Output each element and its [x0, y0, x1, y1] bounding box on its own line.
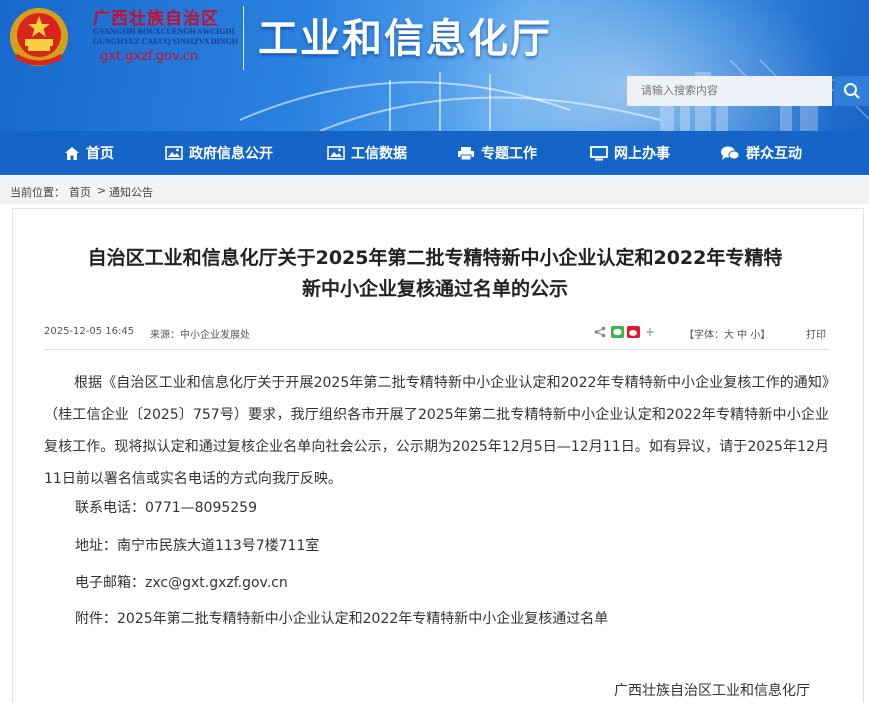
meta-divider — [44, 349, 829, 350]
publish-date: 2025-12-05 16:45 — [44, 326, 135, 337]
region-name-zhuang-line1: GVANGSIH BOUXCUENGH SWCIGIH — [93, 27, 235, 36]
wechat-share-icon[interactable] — [611, 326, 624, 338]
breadcrumb: 当前位置： 首页 > 通知公告 — [0, 176, 869, 204]
article-body-paragraph: 根据《自治区工业和信息化厅关于开展2025年第二批专精特新中小企业认定和2022… — [44, 375, 829, 487]
region-name: 广西壮族自治区 — [93, 9, 219, 29]
issuer-signature: 广西壮族自治区工业和信息化厅 — [614, 683, 810, 699]
site-url[interactable]: gxt.gxzf.gov.cn — [100, 49, 198, 64]
printer-icon — [458, 146, 474, 160]
attachment-line: 附件：2025年第二批专精特新中小企业认定和2022年专精特新中小企业复核通过名… — [75, 608, 608, 628]
national-emblem-logo — [10, 8, 68, 66]
article-title-line2: 新中小企业复核通过名单的公示 — [301, 278, 568, 300]
region-name-zhuang-line2: GUNGHYEZ CAEUQ SINSIZVA DINGH — [93, 37, 238, 46]
chat-icon — [721, 146, 740, 160]
contact-phone: 联系电话：0771—8095259 — [75, 500, 257, 516]
attachment-link[interactable]: 2025年第二批专精特新中小企业认定和2022年专精特新中小企业复核通过名单 — [117, 611, 608, 627]
share-icon[interactable] — [594, 326, 606, 338]
nav-item-label: 群众互动 — [746, 146, 802, 162]
breadcrumb-home[interactable]: 首页 — [69, 184, 91, 200]
attachment-prefix: 附件： — [75, 611, 117, 627]
breadcrumb-notices[interactable]: 通知公告 — [109, 184, 153, 200]
image-icon — [165, 146, 183, 160]
print-link[interactable]: 打印 — [806, 326, 826, 341]
nav-item-label: 政府信息公开 — [189, 146, 273, 162]
header-divider — [243, 6, 244, 70]
site-title: 工业和信息化厅 — [258, 16, 552, 62]
nav-item-label: 首页 — [86, 146, 114, 162]
article-title-line1: 自治区工业和信息化厅关于2025年第二批专精特新中小企业认定和2022年专精特 — [87, 247, 783, 269]
search-icon — [843, 83, 860, 99]
nav-item-interaction[interactable]: 群众互动 — [720, 131, 802, 175]
contact-address: 地址：南宁市民族大道113号7楼711室 — [75, 538, 320, 554]
main-nav: 首页 政府信息公开 工信数据 专题工作 网上办事 群众互动 — [0, 131, 869, 175]
font-size-switch[interactable]: 【字体：大 中 小】 — [684, 326, 770, 341]
monitor-icon — [590, 145, 608, 160]
breadcrumb-prefix: 当前位置： — [10, 186, 65, 199]
nav-item-home[interactable]: 首页 — [64, 131, 114, 175]
nav-item-label: 工信数据 — [351, 146, 407, 162]
search-input[interactable] — [627, 76, 832, 106]
nav-item-topics[interactable]: 专题工作 — [457, 131, 537, 175]
nav-item-gov-info[interactable]: 政府信息公开 — [165, 131, 273, 175]
nav-item-label: 网上办事 — [614, 146, 670, 162]
home-icon — [65, 146, 79, 160]
site-header: 广西壮族自治区 GVANGSIH BOUXCUENGH SWCIGIH GUNG… — [0, 0, 869, 131]
more-share-icon[interactable] — [645, 326, 655, 338]
nav-item-data[interactable]: 工信数据 — [327, 131, 407, 175]
article-source: 来源：中小企业发展处 — [150, 330, 250, 341]
picture-icon — [327, 146, 345, 160]
nav-item-label: 专题工作 — [481, 146, 537, 162]
nav-item-online-service[interactable]: 网上办事 — [590, 131, 670, 175]
article-title: 自治区工业和信息化厅关于2025年第二批专精特新中小企业认定和2022年专精特 … — [40, 243, 830, 305]
weibo-share-icon[interactable] — [627, 326, 640, 338]
search-button[interactable] — [834, 76, 869, 106]
contact-email: 电子邮箱：zxc@gxt.gxzf.gov.cn — [75, 575, 288, 591]
breadcrumb-separator: > — [97, 184, 107, 197]
